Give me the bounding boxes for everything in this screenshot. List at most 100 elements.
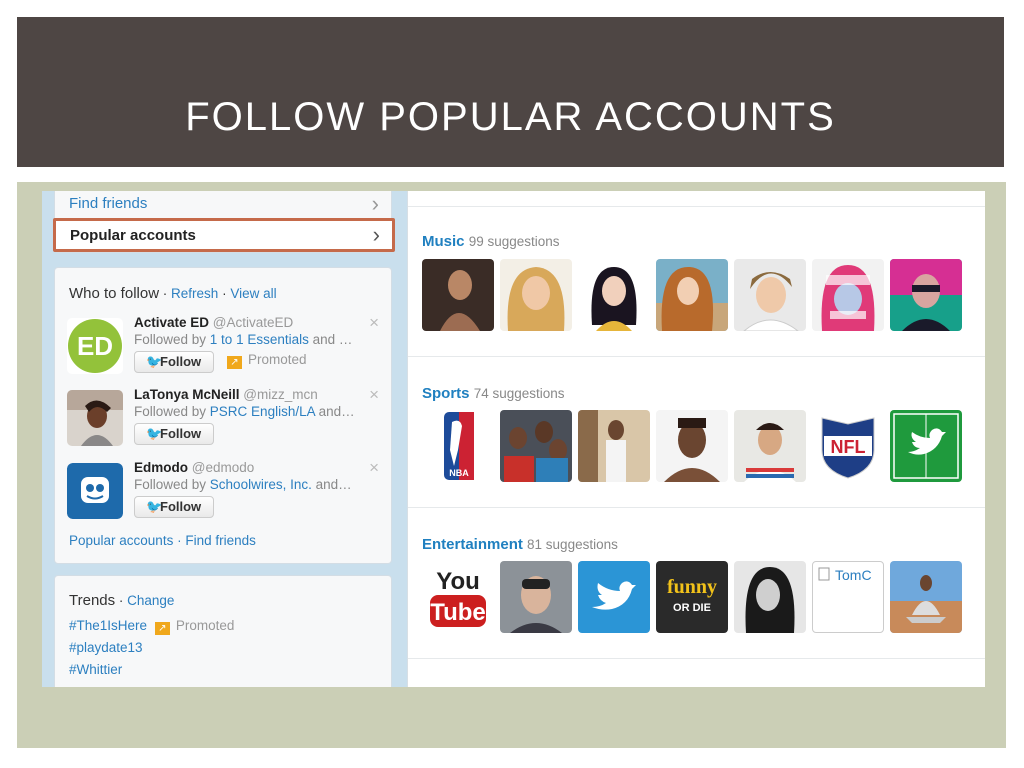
title-bar: FOLLOW POPULAR ACCOUNTS — [17, 17, 1004, 167]
trend-item[interactable]: #Whittier — [69, 662, 122, 677]
nba-text: NBA — [449, 468, 469, 478]
suggestion-name[interactable]: LaTonya McNeill @mizz_mcn — [134, 387, 318, 402]
account-thumbnail[interactable] — [734, 410, 806, 482]
user-name: LaTonya McNeill — [134, 387, 240, 402]
account-thumbnail[interactable]: NBA — [422, 410, 494, 482]
account-thumbnail[interactable]: You Tube — [422, 561, 494, 633]
account-thumbnail[interactable] — [734, 259, 806, 331]
suggestion-item: Edmodo @edmodo Followed by Schoolwires, … — [67, 458, 385, 535]
account-thumbnail[interactable]: TomC — [812, 561, 884, 633]
footer-find-friends-link[interactable]: Find friends — [185, 533, 256, 548]
followed-prefix: Followed by — [134, 332, 210, 347]
followed-by: Followed by Schoolwires, Inc. and… — [134, 477, 352, 492]
trend-item[interactable]: #playdate13 — [69, 640, 143, 655]
user-handle: @ActivateED — [212, 315, 294, 330]
refresh-link[interactable]: Refresh — [171, 286, 218, 301]
avatar-text: ED — [77, 331, 113, 361]
avatar[interactable]: ED — [67, 318, 123, 374]
category-header[interactable]: Music 99 suggestions — [422, 233, 560, 250]
category-music[interactable]: Music 99 suggestions — [408, 207, 985, 357]
followed-by: Followed by PSRC English/LA and… — [134, 404, 355, 419]
promoted-label: Promoted — [248, 352, 307, 367]
account-thumbnail[interactable] — [500, 410, 572, 482]
category-count: 81 suggestions — [527, 537, 618, 552]
follow-button[interactable]: 🐦Follow — [134, 423, 214, 445]
follow-button[interactable]: 🐦Follow — [134, 496, 214, 518]
trend-item[interactable]: #The1IsHere ↗ Promoted — [69, 618, 234, 635]
view-all-link[interactable]: View all — [230, 286, 276, 301]
category-header[interactable]: Entertainment 81 suggestions — [422, 536, 618, 553]
top-strip — [408, 191, 985, 207]
nav-find-friends[interactable]: Find friends › — [55, 191, 393, 220]
tomc-text: TomC — [835, 567, 872, 583]
account-thumbnail[interactable] — [578, 410, 650, 482]
category-sports[interactable]: Sports 74 suggestions NBA NFL — [408, 357, 985, 508]
suggestion-item: ED Activate ED @ActivateED Followed by 1… — [67, 313, 385, 390]
dismiss-icon[interactable]: × — [369, 458, 379, 478]
followed-by: Followed by 1 to 1 Essentials and … — [134, 332, 352, 347]
user-handle: @edmodo — [191, 460, 255, 475]
twitter-bird-icon: 🐦 — [146, 426, 163, 441]
category-header[interactable]: Sports 74 suggestions — [422, 385, 565, 402]
trends-title: Trends — [69, 592, 116, 609]
account-thumbnail[interactable] — [890, 259, 962, 331]
trends-header: Trends · Change — [69, 592, 174, 609]
account-thumbnail[interactable] — [656, 259, 728, 331]
account-thumbnail[interactable] — [656, 410, 728, 482]
bottom-strip — [408, 659, 985, 687]
followed-by-link[interactable]: PSRC English/LA — [210, 404, 315, 419]
category-entertainment[interactable]: Entertainment 81 suggestions You Tube fun… — [408, 508, 985, 659]
account-thumbnail[interactable] — [578, 561, 650, 633]
followed-by-link[interactable]: Schoolwires, Inc. — [210, 477, 312, 492]
twitter-bird-icon: 🐦 — [146, 354, 163, 369]
nav-popular-accounts-label: Popular accounts — [70, 227, 196, 244]
promoted-badge: ↗ Promoted — [154, 618, 234, 635]
edmodo-logo — [67, 463, 123, 519]
youtube-you-text: You — [436, 568, 480, 595]
slide: FOLLOW POPULAR ACCOUNTS Find friends › P… — [0, 0, 1024, 768]
account-thumbnail[interactable] — [500, 561, 572, 633]
promoted-icon: ↗ — [227, 356, 242, 369]
who-to-follow-footer: Popular accounts · Find friends — [69, 533, 256, 548]
trend-hashtag: #playdate13 — [69, 640, 143, 655]
nav-popular-accounts[interactable]: Popular accounts › — [53, 218, 395, 252]
account-thumbnail[interactable]: NFL — [812, 410, 884, 482]
chevron-right-icon: › — [372, 222, 380, 247]
separator: · — [218, 286, 231, 301]
promoted-icon: ↗ — [154, 622, 170, 635]
account-thumbnail[interactable]: funny OR DIE — [656, 561, 728, 633]
chevron-right-icon: › — [371, 191, 379, 216]
change-link[interactable]: Change — [127, 593, 174, 608]
account-thumbnail[interactable] — [578, 259, 650, 331]
category-name: Sports — [422, 385, 470, 402]
suggestion-name[interactable]: Edmodo @edmodo — [134, 460, 254, 475]
account-thumbnail[interactable] — [890, 561, 962, 633]
trend-hashtag: #Whittier — [69, 662, 123, 677]
nfl-text: NFL — [831, 437, 866, 457]
account-thumbnail[interactable] — [500, 259, 572, 331]
follow-label: Follow — [160, 499, 202, 514]
twitter-screenshot: Find friends › Popular accounts › Who to… — [42, 191, 985, 687]
follow-label: Follow — [160, 426, 202, 441]
dismiss-icon[interactable]: × — [369, 385, 379, 405]
follow-label: Follow — [160, 354, 202, 369]
account-thumbnail[interactable] — [812, 259, 884, 331]
youtube-tube-text: Tube — [430, 599, 486, 626]
funny-text: funny — [667, 576, 717, 598]
follow-button[interactable]: 🐦Follow — [134, 351, 214, 373]
dismiss-icon[interactable]: × — [369, 313, 379, 333]
followed-suffix: and … — [308, 332, 353, 347]
footer-popular-accounts-link[interactable]: Popular accounts — [69, 533, 173, 548]
separator: · — [173, 533, 186, 548]
account-thumbnail[interactable] — [890, 410, 962, 482]
category-count: 74 suggestions — [473, 386, 565, 401]
who-to-follow-panel: Who to follow · Refresh · View all ED Ac… — [54, 267, 392, 564]
account-thumbnail[interactable] — [422, 259, 494, 331]
avatar[interactable] — [67, 463, 123, 519]
followed-by-link[interactable]: 1 to 1 Essentials — [210, 332, 309, 347]
followed-prefix: Followed by — [134, 404, 210, 419]
suggestion-name[interactable]: Activate ED @ActivateED — [134, 315, 293, 330]
avatar[interactable] — [67, 390, 123, 446]
followed-suffix: and… — [314, 404, 355, 419]
account-thumbnail[interactable] — [734, 561, 806, 633]
